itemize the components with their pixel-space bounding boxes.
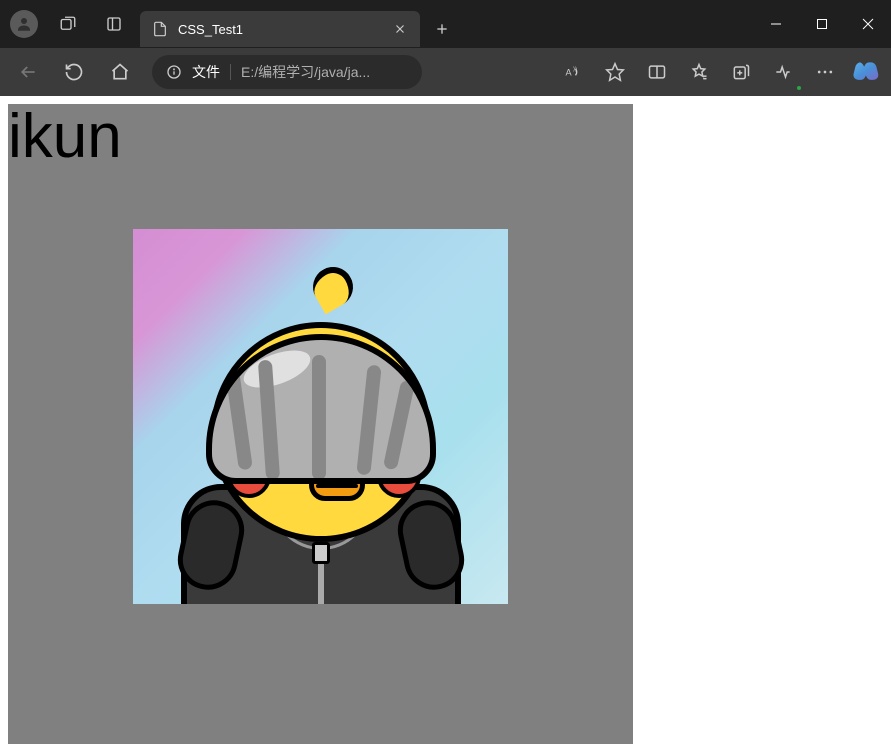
titlebar-left xyxy=(0,8,130,40)
read-aloud-button[interactable]: A)) xyxy=(553,52,593,92)
minimize-button[interactable] xyxy=(753,3,799,45)
tab-title: CSS_Test1 xyxy=(178,22,378,37)
copilot-button[interactable] xyxy=(847,54,883,90)
refresh-button[interactable] xyxy=(54,52,94,92)
performance-button[interactable] xyxy=(763,52,803,92)
titlebar: CSS_Test1 xyxy=(0,0,891,48)
image xyxy=(133,229,508,604)
more-button[interactable] xyxy=(805,52,845,92)
info-icon[interactable] xyxy=(166,64,182,80)
svg-text:A: A xyxy=(566,67,573,77)
favorites-list-button[interactable] xyxy=(679,52,719,92)
page-content: ikun xyxy=(0,96,891,754)
svg-text:)): )) xyxy=(573,66,577,72)
status-dot-icon xyxy=(797,86,801,90)
content-container: ikun xyxy=(8,104,633,744)
home-button[interactable] xyxy=(100,52,140,92)
collections-button[interactable] xyxy=(721,52,761,92)
tab-close-button[interactable] xyxy=(388,17,412,41)
profile-avatar[interactable] xyxy=(10,10,38,38)
url-path: E:/编程学习/java/ja... xyxy=(241,62,370,82)
page-heading: ikun xyxy=(8,104,633,168)
back-button[interactable] xyxy=(8,52,48,92)
toolbar: 文件 E:/编程学习/java/ja... A)) xyxy=(0,48,891,96)
url-divider xyxy=(230,64,231,80)
address-bar[interactable]: 文件 E:/编程学习/java/ja... xyxy=(152,55,422,89)
split-screen-button[interactable] xyxy=(637,52,677,92)
file-icon xyxy=(152,21,168,37)
tab-actions-icon[interactable] xyxy=(98,8,130,40)
workspaces-icon[interactable] xyxy=(52,8,84,40)
browser-tab[interactable]: CSS_Test1 xyxy=(140,11,420,47)
url-prefix: 文件 xyxy=(192,62,220,82)
close-button[interactable] xyxy=(845,3,891,45)
new-tab-button[interactable] xyxy=(424,11,460,47)
window-controls xyxy=(753,3,891,45)
maximize-button[interactable] xyxy=(799,3,845,45)
favorite-button[interactable] xyxy=(595,52,635,92)
